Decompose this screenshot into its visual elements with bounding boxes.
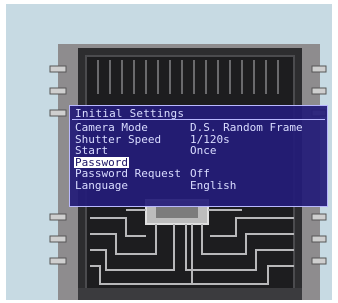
setting-row-start[interactable]: Start Once <box>72 145 325 157</box>
setting-label-selected: Password <box>74 155 129 169</box>
setting-value: Once <box>190 144 217 157</box>
setting-label: Language <box>75 178 128 192</box>
setting-value: 1/120s <box>190 132 230 146</box>
setting-value: Off <box>190 167 210 180</box>
menu-title: Initial Settings <box>72 108 325 120</box>
setting-label: Start <box>75 144 109 157</box>
settings-list: Camera Mode D.S. Random Frame Shutter Sp… <box>72 122 325 191</box>
camera-screen: Initial Settings Camera Mode D.S. Random… <box>6 4 332 300</box>
setting-label: Password Request <box>75 167 181 180</box>
setting-row-password-request[interactable]: Password Request Off <box>72 168 325 180</box>
initial-settings-menu: Initial Settings Camera Mode D.S. Random… <box>69 105 328 207</box>
setting-label: Camera Mode <box>75 121 148 134</box>
setting-value: English <box>190 178 237 192</box>
page: Initial Settings Camera Mode D.S. Random… <box>0 0 338 303</box>
setting-label: Shutter Speed <box>75 132 162 146</box>
setting-row-language[interactable]: Language English <box>72 180 325 192</box>
setting-value: D.S. Random Frame <box>190 121 303 134</box>
setting-row-camera-mode[interactable]: Camera Mode D.S. Random Frame <box>72 122 325 134</box>
